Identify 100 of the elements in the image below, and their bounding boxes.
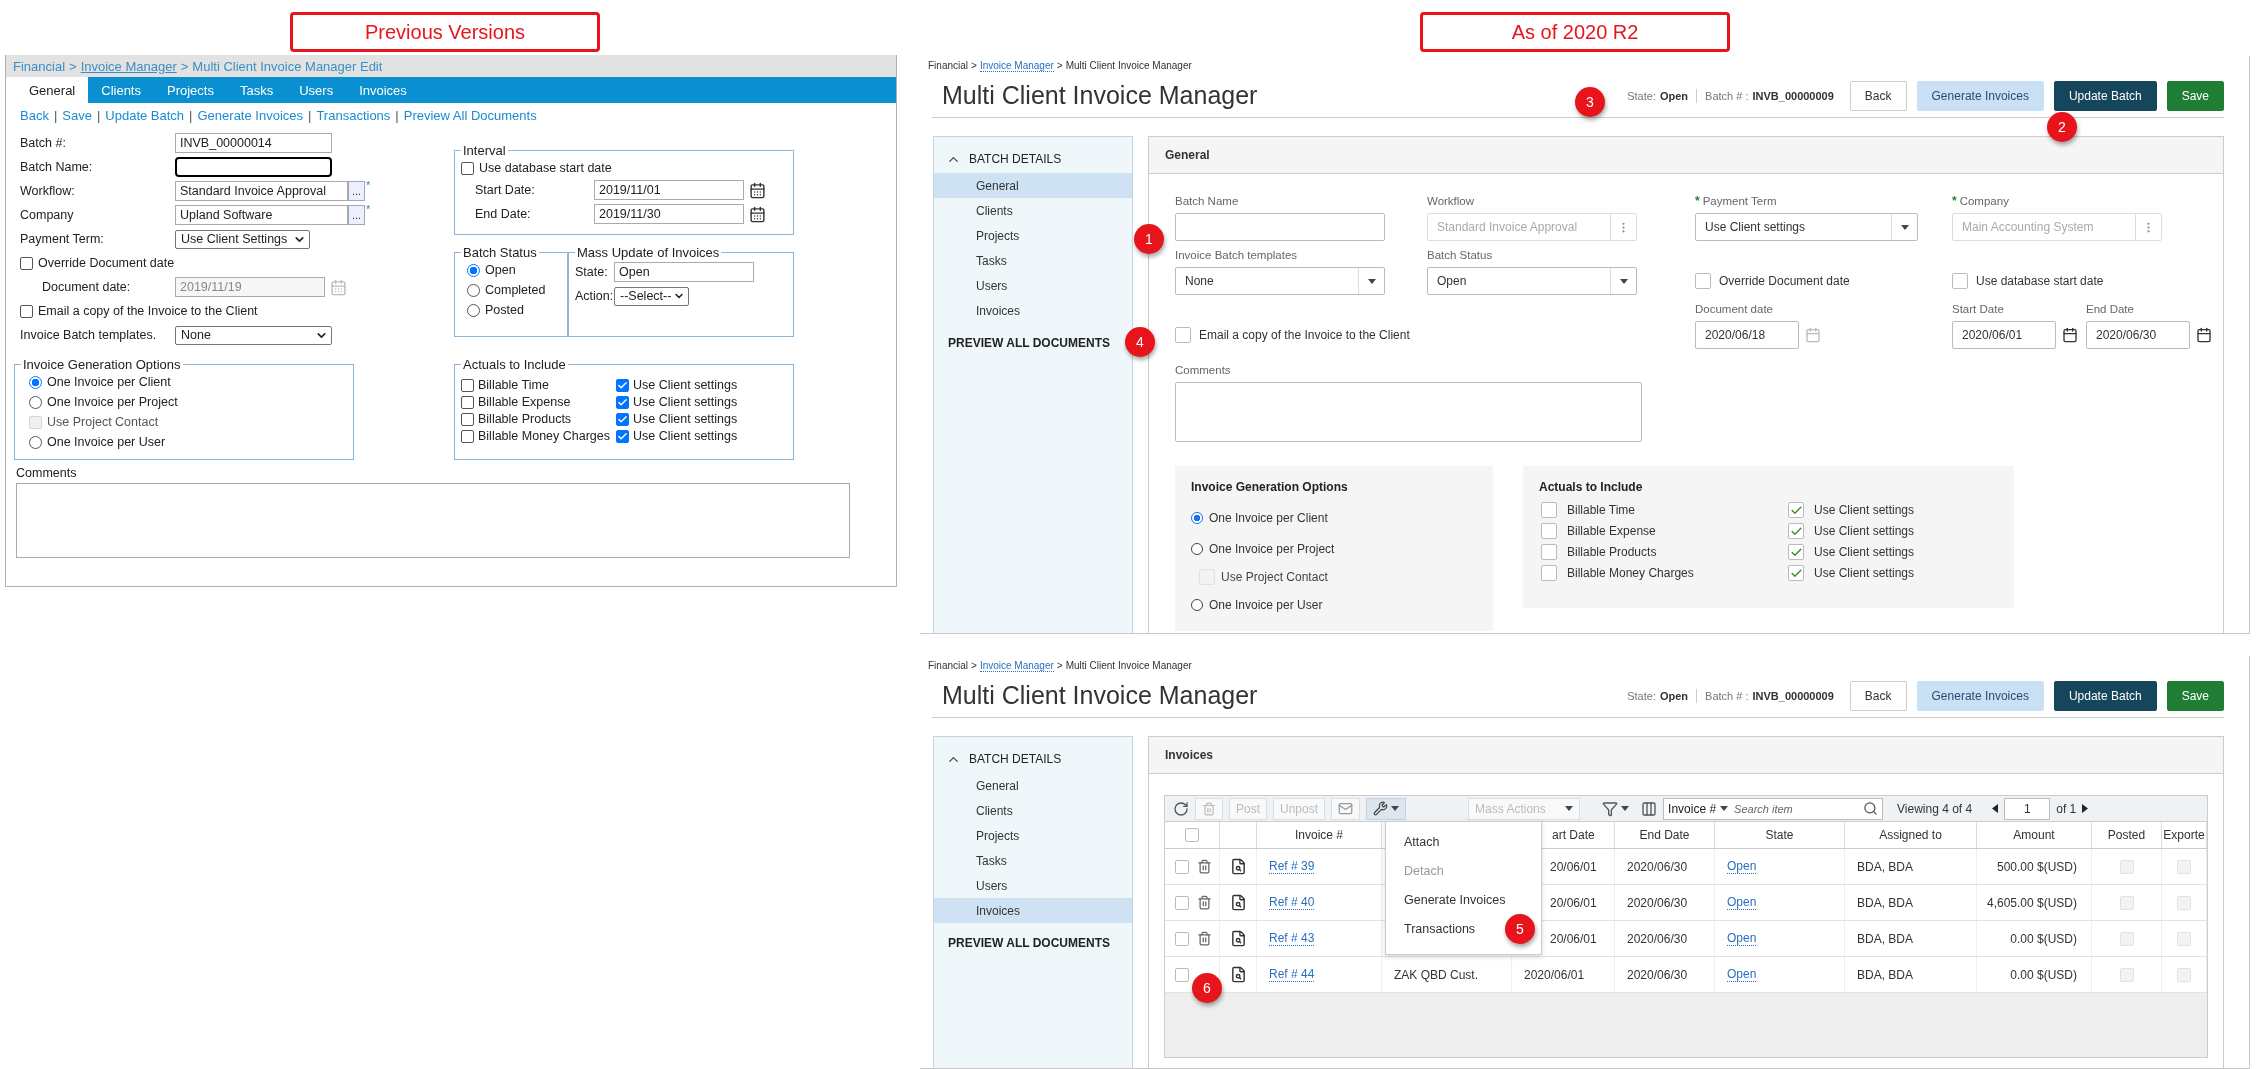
checkbox[interactable]	[616, 412, 629, 426]
date-field[interactable]: 2019/11/01	[594, 180, 744, 200]
checkbox[interactable]	[1788, 502, 1804, 518]
state-link[interactable]: Open	[1727, 967, 1757, 982]
invoice-link[interactable]: Ref # 39	[1269, 859, 1315, 874]
refresh-icon[interactable]	[1173, 800, 1189, 817]
trash-icon[interactable]	[1197, 859, 1212, 874]
email-button[interactable]	[1331, 797, 1361, 820]
tab[interactable]: Tasks	[226, 77, 287, 103]
dropdown[interactable]: None	[175, 325, 332, 345]
checkbox[interactable]	[461, 395, 474, 409]
view-icon[interactable]	[1229, 930, 1247, 947]
checkbox[interactable]	[1788, 523, 1804, 539]
column-header[interactable]: End Date	[1639, 828, 1690, 842]
sidebar-item[interactable]: Invoices	[934, 298, 1132, 323]
sidebar-item[interactable]: Projects	[934, 223, 1132, 248]
header-button[interactable]: Save	[2166, 680, 2224, 711]
page-field[interactable]: 1	[2004, 797, 2051, 820]
radio-button[interactable]	[467, 283, 480, 297]
comments-field[interactable]	[1175, 382, 1642, 442]
checkbox[interactable]	[616, 395, 629, 409]
sidebar-link[interactable]: PREVIEW ALL DOCUMENTS	[934, 923, 1110, 950]
text-field[interactable]: INVB_00000014	[175, 133, 332, 153]
column-header[interactable]: art Date	[1552, 828, 1595, 842]
column-header[interactable]: Amount	[2013, 828, 2055, 842]
column-header[interactable]: Invoice #	[1295, 828, 1343, 842]
sidebar-item[interactable]: Users	[934, 273, 1132, 298]
header-button[interactable]: Update Batch	[2053, 680, 2157, 711]
action-link[interactable]: Back	[20, 108, 49, 123]
dropdown[interactable]: Use Client settings	[1695, 213, 1918, 241]
sidebar-item[interactable]: Clients	[934, 798, 1132, 823]
sidebar-link[interactable]: PREVIEW ALL DOCUMENTS	[934, 323, 1110, 350]
lookup-field[interactable]: Upland Software	[175, 205, 348, 225]
action-link[interactable]: Preview All Documents	[403, 108, 537, 123]
checkbox[interactable]	[1695, 273, 1711, 289]
comments-field[interactable]	[16, 483, 850, 558]
action-link[interactable]: Save	[62, 108, 92, 123]
menu-item[interactable]: Attach	[1386, 827, 1444, 856]
tab[interactable]: Invoices	[346, 77, 420, 103]
checkbox[interactable]	[1788, 544, 1804, 560]
column-header[interactable]: Posted	[2107, 828, 2146, 842]
radio-button[interactable]	[1191, 598, 1203, 611]
checkbox[interactable]	[1175, 967, 1189, 982]
trash-icon[interactable]	[1197, 931, 1212, 946]
header-button[interactable]: Save	[2166, 80, 2224, 111]
checkbox[interactable]	[616, 378, 629, 392]
radio-button[interactable]	[467, 263, 480, 277]
sidebar-item[interactable]: Tasks	[934, 848, 1132, 873]
text-field[interactable]	[1175, 213, 1385, 241]
view-icon[interactable]	[1229, 894, 1247, 911]
tab[interactable]: Users	[286, 77, 347, 103]
invoice-link[interactable]: Ref # 44	[1269, 967, 1315, 982]
header-button[interactable]: Generate Invoices	[1916, 80, 2044, 111]
sidebar-item[interactable]: General	[934, 173, 1132, 198]
tab[interactable]: Clients	[88, 77, 154, 103]
dropdown[interactable]: --Select--	[614, 286, 689, 306]
checkbox[interactable]	[616, 429, 629, 443]
action-link[interactable]: Transactions	[316, 108, 391, 123]
checkbox[interactable]	[461, 412, 474, 426]
checkbox[interactable]	[461, 429, 474, 443]
radio-button[interactable]	[467, 303, 480, 317]
columns-icon[interactable]	[1641, 800, 1658, 817]
sidebar-item[interactable]: Users	[934, 873, 1132, 898]
tab[interactable]: General	[16, 77, 89, 103]
checkbox[interactable]	[1175, 859, 1189, 874]
breadcrumb-link[interactable]: Invoice Manager	[979, 660, 1054, 672]
calendar-icon[interactable]	[2196, 327, 2212, 343]
tab[interactable]: Projects	[154, 77, 227, 103]
checkbox[interactable]	[1788, 565, 1804, 581]
checkbox[interactable]	[1175, 327, 1191, 343]
sidebar-item[interactable]: Invoices	[934, 898, 1132, 923]
checkbox[interactable]	[1541, 502, 1557, 518]
checkbox[interactable]	[20, 256, 33, 270]
state-link[interactable]: Open	[1727, 859, 1757, 874]
radio-button[interactable]	[29, 375, 42, 389]
invoice-link[interactable]: Ref # 43	[1269, 931, 1315, 946]
radio-button[interactable]	[29, 395, 42, 409]
view-icon[interactable]	[1229, 966, 1247, 983]
lookup-field[interactable]: Standard Invoice Approval	[175, 181, 348, 201]
text-field[interactable]: Open	[614, 262, 754, 282]
sidebar-item[interactable]: Tasks	[934, 248, 1132, 273]
sidebar-item[interactable]: General	[934, 773, 1132, 798]
menu-item[interactable]: Generate Invoices	[1386, 885, 1510, 914]
checkbox[interactable]	[1175, 895, 1189, 910]
text-field[interactable]	[175, 157, 332, 177]
checkbox[interactable]	[1541, 523, 1557, 539]
state-link[interactable]: Open	[1727, 895, 1757, 910]
breadcrumb-link[interactable]: Invoice Manager	[979, 60, 1054, 72]
calendar-icon[interactable]	[749, 205, 766, 223]
header-button[interactable]: Back	[1849, 80, 1907, 111]
previous-page-icon[interactable]	[1992, 804, 1999, 813]
checkbox[interactable]	[20, 304, 33, 318]
date-field[interactable]: 2019/11/30	[594, 204, 744, 224]
column-header[interactable]: Assigned to	[1879, 828, 1942, 842]
radio-button[interactable]	[29, 435, 42, 449]
lookup-button[interactable]: ...	[348, 205, 365, 225]
next-page-icon[interactable]	[2082, 804, 2089, 813]
column-header[interactable]: Exporte	[2163, 828, 2205, 842]
checkbox[interactable]	[1541, 565, 1557, 581]
view-icon[interactable]	[1229, 858, 1247, 875]
